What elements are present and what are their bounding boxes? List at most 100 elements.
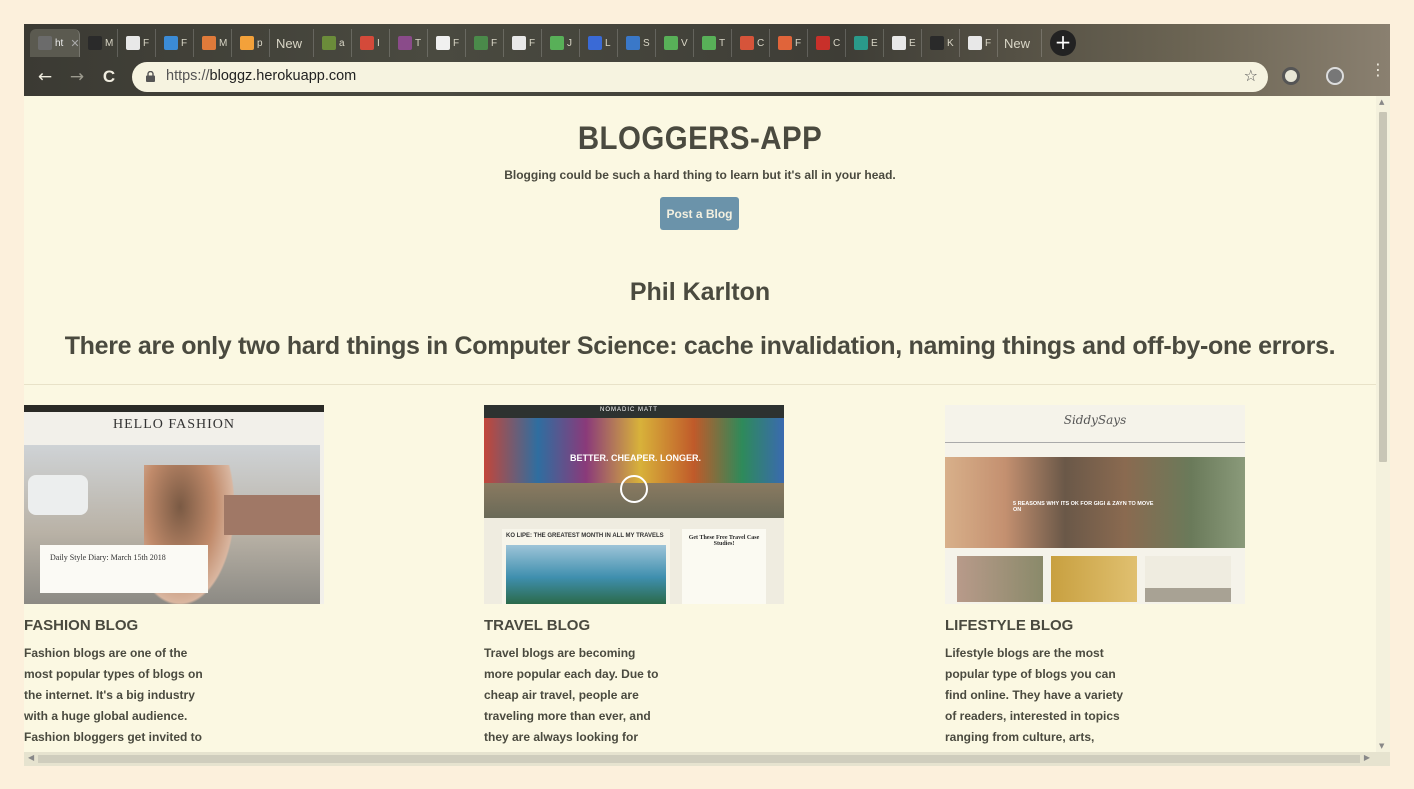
browser-tab[interactable]: E xyxy=(846,29,884,57)
globe-icon xyxy=(620,475,648,503)
tab-label: F xyxy=(985,37,992,49)
browser-tab[interactable]: F xyxy=(466,29,504,57)
browser-tab[interactable]: M xyxy=(194,29,232,57)
card-title[interactable]: LIFESTYLE BLOG xyxy=(945,617,1245,634)
tab-label: F xyxy=(491,37,498,49)
tab-label: L xyxy=(605,37,611,49)
tab-label: p xyxy=(257,37,263,49)
new-tab-button[interactable]: + xyxy=(1050,30,1076,56)
blog-card-travel[interactable]: NOMADIC MATT BETTER. CHEAPER. LONGER. KO… xyxy=(484,405,784,752)
tab-label: C xyxy=(757,37,765,49)
thumb-tagline: BETTER. CHEAPER. LONGER. xyxy=(570,453,702,463)
address-bar[interactable]: https://bloggz.herokuapp.com ☆ xyxy=(132,62,1268,92)
horizontal-scrollbar[interactable]: ◀ ▶ xyxy=(24,752,1390,766)
vertical-scrollbar[interactable]: ▲ ▼ xyxy=(1376,96,1390,752)
browser-tab[interactable]: F xyxy=(504,29,542,57)
back-icon[interactable]: ← xyxy=(32,64,58,90)
tab-label: a xyxy=(339,37,345,49)
reload-icon[interactable]: C xyxy=(96,64,122,90)
browser-tab[interactable]: L xyxy=(580,29,618,57)
scroll-left-arrow[interactable]: ◀ xyxy=(28,753,34,762)
scroll-up-arrow[interactable]: ▲ xyxy=(1379,98,1384,106)
lifestyle-blog-thumbnail[interactable]: SiddySays 5 REASONS WHY ITS OK FOR GIGI … xyxy=(945,405,1245,604)
extension-icon[interactable] xyxy=(1282,67,1300,85)
blog-card-lifestyle[interactable]: SiddySays 5 REASONS WHY ITS OK FOR GIGI … xyxy=(945,405,1245,752)
tab-favicon-icon xyxy=(398,36,412,50)
browser-tab[interactable]: C xyxy=(808,29,846,57)
browser-window: ht ✕ M F F Mp New a I T F F F J L S V T C F C E E K F New + ← → C … xyxy=(24,24,1390,766)
browser-tab[interactable]: K xyxy=(922,29,960,57)
tab-label: M xyxy=(219,37,228,49)
page-subtitle: Blogging could be such a hard thing to l… xyxy=(504,168,896,182)
post-blog-button[interactable]: Post a Blog xyxy=(660,197,739,230)
tab-strip: ht ✕ M F F Mp New a I T F F F J L S V T C F C E E K F New + xyxy=(24,24,1390,57)
tab-label: F xyxy=(453,37,460,49)
card-title[interactable]: FASHION BLOG xyxy=(24,617,324,634)
browser-tab[interactable]: a xyxy=(314,29,352,57)
browser-tab[interactable]: M xyxy=(80,29,118,57)
browser-tab[interactable]: p xyxy=(232,29,270,57)
thumb-caption: 5 REASONS WHY ITS OK FOR GIGI & ZAYN TO … xyxy=(1013,501,1154,513)
browser-tab[interactable]: C xyxy=(732,29,770,57)
browser-tab[interactable]: F xyxy=(428,29,466,57)
tab-label: F xyxy=(529,37,536,49)
browser-toolbar: ← → C https://bloggz.herokuapp.com ☆ ⋮ xyxy=(24,60,1390,94)
thumb-heading: HELLO FASHION xyxy=(112,417,235,432)
forward-icon[interactable]: → xyxy=(64,64,90,90)
tab-label: ht xyxy=(55,37,64,49)
scroll-down-arrow[interactable]: ▼ xyxy=(1379,742,1384,750)
tab-label: New xyxy=(276,35,303,51)
tab-favicon-icon xyxy=(322,36,336,50)
browser-tab[interactable]: J xyxy=(542,29,580,57)
browser-tab[interactable]: S xyxy=(618,29,656,57)
browser-tab[interactable]: V xyxy=(656,29,694,57)
browser-tab[interactable]: New xyxy=(998,29,1042,57)
blog-card-fashion[interactable]: HELLO FASHION Daily Style Diary: March 1… xyxy=(24,405,324,752)
tab-favicon-icon xyxy=(930,36,944,50)
browser-tab[interactable]: ht ✕ xyxy=(30,29,80,57)
card-title[interactable]: TRAVEL BLOG xyxy=(484,617,784,634)
browser-menu-icon[interactable]: ⋮ xyxy=(1370,62,1386,78)
tab-favicon-icon xyxy=(892,36,906,50)
tab-favicon-icon xyxy=(854,36,868,50)
scroll-right-arrow[interactable]: ▶ xyxy=(1364,753,1370,762)
tab-favicon-icon xyxy=(588,36,602,50)
tab-favicon-icon xyxy=(360,36,374,50)
tab-favicon-icon xyxy=(164,36,178,50)
bookmark-star-icon[interactable]: ☆ xyxy=(1244,66,1258,85)
lock-icon xyxy=(146,71,155,82)
tab-favicon-icon xyxy=(968,36,982,50)
browser-tab[interactable]: F xyxy=(770,29,808,57)
travel-blog-thumbnail[interactable]: NOMADIC MATT BETTER. CHEAPER. LONGER. KO… xyxy=(484,405,784,604)
page-content: BLOGGERS-APP Blogging could be such a ha… xyxy=(24,96,1376,752)
card-description: Travel blogs are becoming more popular e… xyxy=(484,646,659,752)
tab-favicon-icon xyxy=(664,36,678,50)
fashion-blog-thumbnail[interactable]: HELLO FASHION Daily Style Diary: March 1… xyxy=(24,405,324,604)
card-description: Lifestyle blogs are the most popular typ… xyxy=(945,646,1124,752)
browser-tab[interactable]: F xyxy=(156,29,194,57)
browser-tab[interactable]: F xyxy=(960,29,998,57)
browser-tab[interactable]: T xyxy=(694,29,732,57)
tab-label: S xyxy=(643,37,650,49)
tab-favicon-icon xyxy=(126,36,140,50)
vertical-scroll-thumb[interactable] xyxy=(1379,112,1387,462)
browser-tab[interactable]: F xyxy=(118,29,156,57)
tab-close-icon[interactable]: ✕ xyxy=(70,37,79,50)
tab-favicon-icon xyxy=(202,36,216,50)
browser-tab[interactable]: New xyxy=(270,29,314,57)
tab-favicon-icon xyxy=(550,36,564,50)
tab-label: F xyxy=(181,37,188,49)
browser-tab[interactable]: I xyxy=(352,29,390,57)
tab-label: M xyxy=(105,37,114,49)
browser-tab[interactable]: E xyxy=(884,29,922,57)
tab-favicon-icon xyxy=(626,36,640,50)
tab-label: V xyxy=(681,37,688,49)
profile-avatar[interactable] xyxy=(1326,67,1344,85)
horizontal-scroll-thumb[interactable] xyxy=(38,755,1360,763)
browser-tab[interactable]: T xyxy=(390,29,428,57)
tab-label: F xyxy=(143,37,150,49)
thumb-heading: NOMADIC MATT xyxy=(600,407,658,413)
tab-label: C xyxy=(833,37,841,49)
url-text[interactable]: https://bloggz.herokuapp.com xyxy=(166,68,356,84)
tab-favicon-icon xyxy=(740,36,754,50)
